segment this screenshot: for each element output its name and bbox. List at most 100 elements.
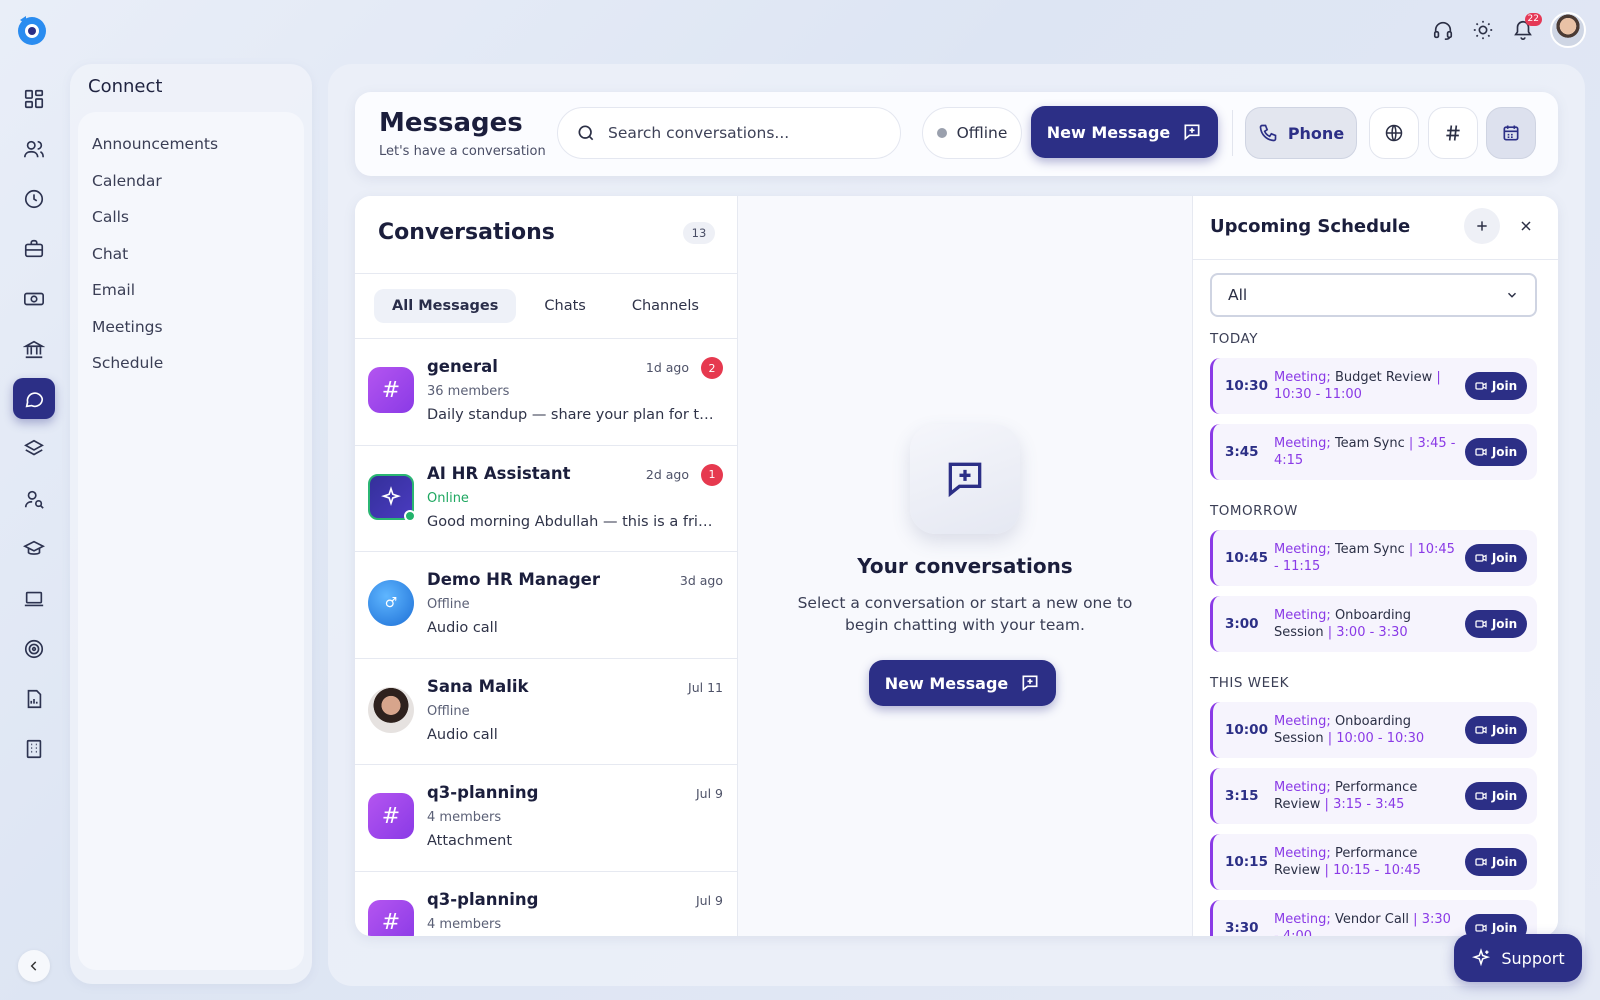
conversation-tabs: All Messages Chats Channels: [355, 274, 737, 339]
report-icon[interactable]: [13, 678, 55, 719]
status-toggle[interactable]: Offline: [922, 107, 1022, 159]
schedule-item[interactable]: 3:00 Meeting; Onboarding Session | 3:00 …: [1210, 596, 1537, 652]
add-event-button[interactable]: [1464, 208, 1500, 244]
plus-icon: [1477, 221, 1487, 231]
headset-icon[interactable]: [1430, 17, 1456, 43]
new-message-button[interactable]: New Message: [1031, 106, 1218, 158]
schedule-item[interactable]: 3:30 Meeting; Vendor Call | 3:30 - 4:00 …: [1210, 900, 1537, 936]
conversation-preview: Good morning Abdullah — this is a friend…: [427, 513, 721, 530]
search-input[interactable]: [608, 124, 868, 142]
phone-button[interactable]: Phone: [1245, 107, 1357, 159]
schedule-item-text: Meeting; Onboarding Session | 10:00 - 10…: [1274, 714, 1425, 746]
close-icon: [1521, 221, 1531, 231]
globe-button[interactable]: [1369, 107, 1419, 159]
join-button[interactable]: Join: [1465, 372, 1527, 400]
calendar-button[interactable]: [1486, 107, 1536, 159]
user-avatar[interactable]: [1550, 12, 1586, 48]
schedule-item[interactable]: 10:00 Meeting; Onboarding Session | 10:0…: [1210, 702, 1537, 758]
channel-hash-icon: #: [368, 367, 414, 413]
collapse-sidebar-button[interactable]: [18, 950, 50, 982]
join-button[interactable]: Join: [1465, 848, 1527, 876]
bell-icon[interactable]: 22: [1510, 13, 1542, 43]
laptop-icon[interactable]: [13, 578, 55, 619]
layers-icon[interactable]: [13, 428, 55, 469]
schedule-item-time: 10:00: [1225, 722, 1268, 738]
avatar: [368, 686, 414, 733]
tab-channels[interactable]: Channels: [614, 289, 717, 323]
support-button[interactable]: Support: [1454, 934, 1582, 982]
conversation-row-q3-planning-2[interactable]: # q3-planning 4 members Jul 9: [355, 872, 737, 936]
subnav-item-announcements[interactable]: Announcements: [78, 126, 304, 163]
schedule-item[interactable]: 10:15 Meeting; Performance Review | 10:1…: [1210, 834, 1537, 890]
conversation-name: AI HR Assistant: [427, 463, 571, 483]
cash-icon[interactable]: [13, 278, 55, 319]
dashboard-grid-icon[interactable]: [13, 78, 55, 119]
graduation-cap-icon[interactable]: [13, 528, 55, 569]
subnav-item-email[interactable]: Email: [78, 272, 304, 309]
user-search-icon[interactable]: [13, 478, 55, 519]
conversation-meta: Offline: [427, 703, 470, 719]
building-icon[interactable]: [13, 728, 55, 769]
conversation-row-ai-hr-assistant[interactable]: AI HR Assistant Online Good morning Abdu…: [355, 446, 737, 552]
schedule-item-time: 3:45: [1225, 444, 1259, 460]
join-button[interactable]: Join: [1465, 782, 1527, 810]
tab-chats[interactable]: Chats: [526, 289, 603, 323]
channels-button[interactable]: [1428, 107, 1478, 159]
phone-icon: [1259, 124, 1277, 142]
clock-icon[interactable]: [13, 178, 55, 219]
join-button[interactable]: Join: [1465, 610, 1527, 638]
empty-new-message-button[interactable]: New Message: [869, 660, 1056, 706]
schedule-item-text: Meeting; Vendor Call | 3:30 - 4:00: [1274, 912, 1451, 936]
subnav-title: Connect: [88, 76, 163, 97]
people-icon[interactable]: [13, 128, 55, 169]
channel-hash-icon: #: [368, 899, 414, 936]
close-schedule-button[interactable]: [1512, 212, 1540, 240]
tab-all-messages[interactable]: All Messages: [374, 289, 517, 323]
sun-icon[interactable]: [1470, 17, 1496, 43]
video-icon: [1475, 726, 1487, 734]
join-button[interactable]: Join: [1465, 438, 1527, 466]
schedule-item[interactable]: 10:45 Meeting; Team Sync | 10:45 - 11:15…: [1210, 530, 1537, 586]
schedule-item[interactable]: 3:15 Meeting; Performance Review | 3:15 …: [1210, 768, 1537, 824]
schedule-item[interactable]: 10:30 Meeting; Budget Review | 10:30 - 1…: [1210, 358, 1537, 414]
schedule-item[interactable]: 3:45 Meeting; Team Sync | 3:45 - 4:15 Jo…: [1210, 424, 1537, 480]
conversation-row-demo-hr-manager[interactable]: ♂ Demo HR Manager Offline Audio call 3d …: [355, 552, 737, 659]
content-card: Conversations 13 All Messages Chats Chan…: [355, 196, 1558, 936]
video-icon: [1475, 620, 1487, 628]
schedule-filter-select[interactable]: All: [1210, 273, 1537, 317]
app-logo[interactable]: [14, 12, 50, 48]
chat-icon[interactable]: [13, 378, 55, 419]
conversation-preview: Audio call: [427, 620, 498, 636]
conversation-row-sana-malik[interactable]: Sana Malik Offline Audio call Jul 11: [355, 659, 737, 765]
sparkle-icon: [368, 473, 416, 522]
conversation-name: Demo HR Manager: [427, 570, 600, 589]
join-button[interactable]: Join: [1465, 914, 1527, 936]
chevron-down-icon: [1507, 292, 1517, 298]
subnav-item-calls[interactable]: Calls: [78, 199, 304, 236]
search-box[interactable]: [557, 107, 901, 159]
sparkle-icon: [1472, 948, 1491, 967]
conversation-row-q3-planning[interactable]: # q3-planning 4 members Attachment Jul 9: [355, 765, 737, 872]
briefcase-icon[interactable]: [13, 228, 55, 269]
page-subtitle: Let's have a conversation: [379, 144, 546, 159]
conversations-title: Conversations: [378, 220, 555, 245]
subnav-item-schedule[interactable]: Schedule: [78, 345, 304, 382]
notification-badge: 22: [1524, 13, 1542, 26]
schedule-group-label: TOMORROW: [1210, 503, 1298, 519]
schedule-panel: Upcoming Schedule All TODAY 10:30 Meetin…: [1192, 196, 1558, 936]
target-icon[interactable]: [13, 628, 55, 669]
icon-rail: [13, 78, 55, 769]
schedule-item-time: 3:15: [1225, 788, 1259, 804]
schedule-item-text: Meeting; Team Sync | 10:45 - 11:15: [1274, 542, 1455, 574]
conversation-name: general: [427, 357, 498, 376]
subnav-item-chat[interactable]: Chat: [78, 236, 304, 273]
subnav-item-meetings[interactable]: Meetings: [78, 309, 304, 346]
join-button[interactable]: Join: [1465, 544, 1527, 572]
conversation-empty-state: Your conversations Select a conversation…: [738, 196, 1192, 936]
bank-icon[interactable]: [13, 328, 55, 369]
conversation-row-general[interactable]: # general 36 members Daily standup — sha…: [355, 339, 737, 446]
join-button[interactable]: Join: [1465, 716, 1527, 744]
subnav-item-calendar[interactable]: Calendar: [78, 163, 304, 200]
conversation-meta: 4 members: [427, 810, 502, 825]
schedule-item-time: 10:45: [1225, 550, 1268, 566]
